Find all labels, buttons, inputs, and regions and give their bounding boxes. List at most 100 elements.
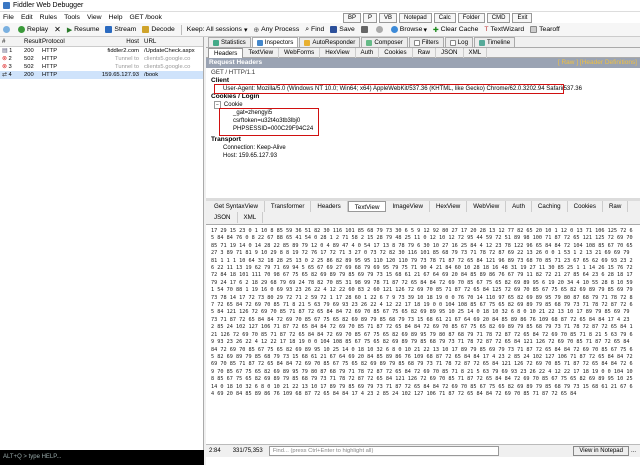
view-in-notepad-button[interactable]: View in Notepad — [573, 446, 629, 456]
tearoff-label: Tearoff — [539, 26, 560, 33]
keep-sessions-dropdown[interactable]: Keep: All sessions ▾ — [187, 26, 248, 34]
quick-notepad-button[interactable]: Notepad — [399, 13, 432, 23]
log-icon — [449, 39, 456, 46]
header-definitions-link[interactable]: [ Raw ] [Header Definitions] — [558, 58, 640, 68]
inspectors-icon — [256, 39, 263, 46]
screenshot-button[interactable] — [360, 26, 370, 33]
menu-rules[interactable]: Rules — [40, 14, 57, 21]
remove-button[interactable]: ✕ — [54, 25, 61, 34]
resp-tab-caching[interactable]: Caching — [532, 201, 568, 212]
error-icon: ⊗ — [2, 56, 7, 62]
col-number[interactable]: # — [0, 37, 24, 46]
resp-tab-get-syntaxview[interactable]: Get SyntaxView — [208, 201, 265, 212]
session-row[interactable]: ⊗ 2 502 HTTP Tunnel to clients5.google.c… — [0, 55, 203, 63]
replay-button[interactable]: Replay — [18, 26, 48, 33]
group-transport[interactable]: Transport — [211, 136, 640, 144]
tab-composer[interactable]: Composer — [361, 37, 408, 47]
col-result[interactable]: Result — [24, 37, 42, 46]
session-number-cell: ⊗ 3 — [0, 63, 24, 71]
menu-tools[interactable]: Tools — [64, 14, 80, 21]
camera-icon — [360, 26, 368, 33]
req-tab-xml[interactable]: XML — [464, 48, 488, 58]
comment-icon — [3, 26, 10, 33]
quick-folder-button[interactable]: Folder — [457, 13, 485, 23]
session-row[interactable]: ▤ 1 200 HTTP fiddler2.com /UpdateCheck.a… — [0, 47, 203, 55]
clear-cache-button[interactable]: ✚ Clear Cache — [433, 26, 478, 34]
header-host[interactable]: Host: 159.65.127.93 — [211, 152, 640, 160]
tab-label: Log — [457, 38, 469, 46]
comment-button[interactable] — [3, 26, 12, 33]
cursor-position: 2:84 — [209, 448, 221, 454]
req-tab-raw[interactable]: Raw — [413, 48, 436, 58]
response-text-body[interactable]: 17 29 15 23 0 1 10 8 85 59 36 51 82 30 1… — [206, 225, 640, 444]
col-protocol[interactable]: Protocol — [42, 37, 79, 46]
timer-button[interactable] — [375, 26, 385, 33]
decode-label: Decode — [151, 26, 175, 33]
stream-button[interactable]: Stream — [105, 26, 136, 33]
col-host[interactable]: Host — [79, 37, 142, 46]
req-tab-auth[interactable]: Auth — [356, 48, 380, 58]
col-url[interactable]: URL — [142, 37, 203, 46]
quickexec-box[interactable]: ALT+Q > type HELP... — [0, 450, 204, 465]
resp-tab-webview[interactable]: WebView — [467, 201, 507, 212]
char-count: 331/75,353 — [232, 448, 263, 454]
resp-tab-textview[interactable]: TextView — [347, 201, 387, 212]
session-row[interactable]: ⊗ 3 502 HTTP Tunnel to clients5.google.c… — [0, 63, 203, 71]
resp-tab-raw[interactable]: Raw — [603, 201, 629, 212]
req-tab-hexview[interactable]: HexView — [320, 48, 356, 58]
menu-view[interactable]: View — [87, 14, 102, 21]
resp-tab-auth[interactable]: Auth — [506, 201, 532, 212]
main-tabs: Statistics Inspectors AutoResponder Comp… — [206, 37, 640, 48]
resp-tab-headers[interactable]: Headers — [311, 201, 348, 212]
quick-cmd-button[interactable]: CMD — [486, 13, 511, 23]
req-tab-json[interactable]: JSON — [436, 48, 464, 58]
tab-log[interactable]: Log — [444, 37, 474, 47]
tab-inspectors[interactable]: Inspectors — [251, 37, 299, 47]
quick-links-bar: BP P VB Notepad Calc Folder CMD Exit — [343, 13, 534, 23]
group-cookies-login[interactable]: Cookies / Login — [211, 93, 640, 101]
menu-file[interactable]: File — [3, 14, 14, 21]
tab-autoresponder[interactable]: AutoResponder — [299, 37, 361, 47]
session-row-selected[interactable]: ⇄ 4 200 HTTP 159.65.127.93 /book — [0, 71, 203, 79]
menu-help[interactable]: Help — [109, 14, 123, 21]
find-button[interactable]: ⌕ Find — [305, 26, 324, 34]
req-tab-textview[interactable]: TextView — [243, 48, 280, 58]
statistics-icon — [213, 39, 219, 46]
tab-filters[interactable]: Filters — [408, 37, 444, 47]
decode-button[interactable]: Decode — [142, 26, 175, 33]
quick-bp-button[interactable]: BP — [343, 13, 362, 23]
save-button[interactable]: Save — [330, 26, 355, 33]
resp-tab-xml[interactable]: XML — [238, 212, 264, 223]
textwizard-button[interactable]: T TextWizard — [484, 26, 524, 33]
tearoff-button[interactable]: Tearoff — [530, 26, 560, 33]
req-tab-cookies[interactable]: Cookies — [379, 48, 413, 58]
req-tab-headers[interactable]: Headers — [208, 48, 244, 58]
find-input[interactable]: Find... (press Ctrl+Enter to highlight a… — [268, 446, 499, 456]
any-process-label: Any Process — [261, 26, 300, 33]
resp-tab-cookies[interactable]: Cookies — [568, 201, 603, 212]
req-tab-webforms[interactable]: WebForms — [279, 48, 321, 58]
any-process-button[interactable]: ⊕ Any Process — [253, 26, 299, 34]
quick-p-button[interactable]: P — [363, 13, 378, 23]
textwizard-label: TextWizard — [490, 26, 525, 33]
session-protocol: HTTP — [42, 64, 58, 70]
quick-exit-button[interactable]: Exit — [512, 13, 533, 23]
crosshair-icon: ⊕ — [253, 26, 260, 34]
resume-button[interactable]: ▶ Resume — [67, 26, 100, 34]
header-connection[interactable]: Connection: Keep-Alive — [211, 144, 640, 152]
more-button[interactable]: ... — [631, 448, 636, 454]
menu-edit[interactable]: Edit — [21, 14, 33, 21]
session-result: 200 — [24, 48, 34, 54]
resp-tab-transformer[interactable]: Transformer — [265, 201, 312, 212]
browse-button[interactable]: Browse ▾ — [390, 26, 427, 34]
quick-vb-button[interactable]: VB — [379, 13, 398, 23]
resp-tab-imageview[interactable]: ImageView — [386, 201, 430, 212]
clear-cache-icon: ✚ — [432, 26, 439, 34]
menu-get-book[interactable]: GET /book — [130, 14, 162, 21]
tab-timeline[interactable]: Timeline — [474, 37, 516, 47]
resp-tab-hexview[interactable]: HexView — [430, 201, 468, 212]
quick-calc-button[interactable]: Calc — [433, 13, 456, 23]
tab-statistics[interactable]: Statistics — [208, 37, 251, 47]
resp-tab-json[interactable]: JSON — [208, 212, 238, 223]
replay-label: Replay — [27, 26, 49, 33]
